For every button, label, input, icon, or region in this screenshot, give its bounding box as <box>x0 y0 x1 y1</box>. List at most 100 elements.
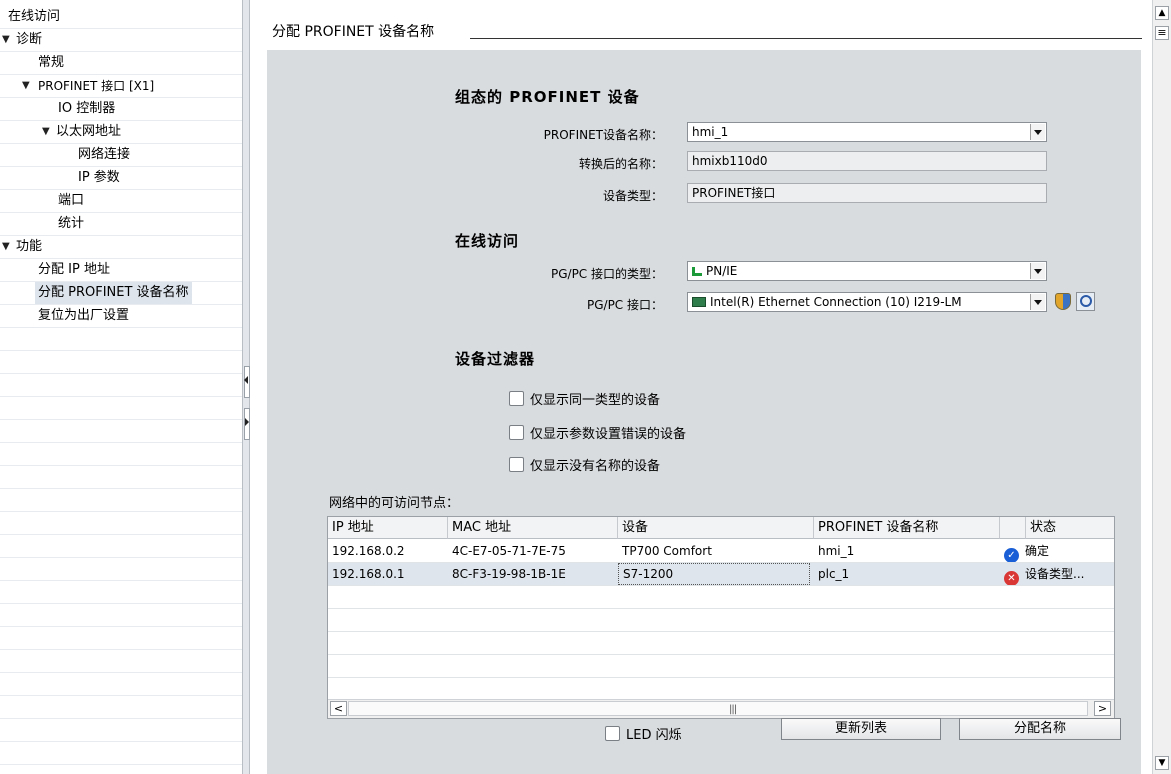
interface-label: PG/PC 接口： <box>586 298 663 312</box>
checkmark-icon: ✓ <box>1004 548 1019 562</box>
filter-same-type-label: 仅显示同一类型的设备 <box>530 393 661 408</box>
table-row[interactable]: 192.168.0.2 4C-E7-05-71-7E-75 TP700 Comf… <box>328 540 1114 563</box>
nav-item-assign-ip[interactable]: 分配 IP 地址 <box>0 259 242 282</box>
table-empty-row <box>328 678 1114 701</box>
checkbox-box[interactable] <box>509 391 524 406</box>
nav-item-label: 以太网地址 <box>56 124 122 139</box>
cell-ip: 192.168.0.1 <box>332 567 405 581</box>
error-icon: ✕ <box>1004 571 1019 585</box>
column-header-profinet-name[interactable]: PROFINET 设备名称 <box>814 517 1000 539</box>
scroll-grip-icon[interactable]: ≡ <box>1155 26 1169 40</box>
nav-item-ip-parameters[interactable]: IP 参数 <box>0 167 242 190</box>
interface-type-label: PG/PC 接口的类型： <box>550 267 663 281</box>
nav-item-ports[interactable]: 端口 <box>0 190 242 213</box>
nav-item-functions[interactable]: ▼ 功能 <box>0 236 242 259</box>
expand-right-icon[interactable] <box>245 418 249 426</box>
checkbox-box[interactable] <box>605 726 620 741</box>
checkbox-box[interactable] <box>509 457 524 472</box>
section-title: 分配 PROFINET 设备名称 <box>272 21 443 41</box>
device-type-label: 设备类型： <box>602 189 663 203</box>
cell-device: S7-1200 <box>618 563 810 585</box>
device-name-dropdown[interactable]: hmi_1 <box>687 122 1047 142</box>
nav-item-label: 常规 <box>38 55 65 70</box>
navigation-tree: 在线访问 ▼ 诊断 常规 ▼ PROFINET 接口 [X1] IO 控制器 ▼… <box>0 0 242 774</box>
accessible-nodes-title: 网络中的可访问节点： <box>329 496 460 511</box>
nav-item-ethernet-address[interactable]: ▼ 以太网地址 <box>0 121 242 144</box>
nav-item-network-connection[interactable]: 网络连接 <box>0 144 242 167</box>
led-flash-checkbox[interactable]: LED 闪烁 <box>605 724 682 743</box>
cell-device: TP700 Comfort <box>622 544 712 558</box>
nav-item-label: IO 控制器 <box>58 101 116 116</box>
expand-toggle-icon[interactable]: ▼ <box>2 236 10 258</box>
expand-toggle-icon[interactable]: ▼ <box>2 29 10 51</box>
filter-same-type-checkbox[interactable]: 仅显示同一类型的设备 <box>509 389 660 408</box>
nav-item-profinet-interface[interactable]: ▼ PROFINET 接口 [X1] <box>0 75 242 98</box>
nav-item-online-access[interactable]: 在线访问 <box>0 6 242 29</box>
shield-icon[interactable] <box>1055 293 1071 310</box>
nav-item-label: 分配 IP 地址 <box>38 262 110 277</box>
scroll-left-icon[interactable]: < <box>330 701 347 716</box>
nav-empty-row <box>0 719 242 742</box>
chevron-down-icon[interactable] <box>1030 124 1045 140</box>
table-row-selected[interactable]: 192.168.0.1 8C-F3-19-98-1B-1E S7-1200 pl… <box>328 563 1114 586</box>
nav-empty-row <box>0 374 242 397</box>
checkbox-box[interactable] <box>509 425 524 440</box>
nav-item-io-controller[interactable]: IO 控制器 <box>0 98 242 121</box>
nav-empty-row <box>0 742 242 765</box>
nav-item-general[interactable]: 常规 <box>0 52 242 75</box>
nav-item-factory-reset[interactable]: 复位为出厂设置 <box>0 305 242 328</box>
nav-item-label: 复位为出厂设置 <box>38 308 130 323</box>
column-header-device[interactable]: 设备 <box>618 517 814 539</box>
nav-item-label: 统计 <box>58 216 85 231</box>
nav-item-label: 在线访问 <box>8 9 61 24</box>
table-empty-row <box>328 586 1114 609</box>
filter-param-error-checkbox[interactable]: 仅显示参数设置错误的设备 <box>509 423 686 442</box>
filter-param-error-label: 仅显示参数设置错误的设备 <box>530 427 687 442</box>
cell-profinet-name: hmi_1 <box>818 544 855 558</box>
nav-empty-row <box>0 581 242 604</box>
nav-item-label: 端口 <box>58 193 85 208</box>
content-area: 分配 PROFINET 设备名称 组态的 PROFINET 设备 PROFINE… <box>250 0 1152 774</box>
filter-no-name-checkbox[interactable]: 仅显示没有名称的设备 <box>509 455 660 474</box>
assign-name-button[interactable]: 分配名称 <box>959 718 1121 740</box>
scroll-grip-icon: ||| <box>729 704 737 715</box>
column-header-ip[interactable]: IP 地址 <box>328 517 448 539</box>
device-name-label: PROFINET设备名称： <box>543 128 663 142</box>
magnifier-icon <box>1080 295 1092 307</box>
nav-item-diagnostics[interactable]: ▼ 诊断 <box>0 29 242 52</box>
scroll-down-icon[interactable]: ▼ <box>1155 756 1169 770</box>
table-empty-row <box>328 609 1114 632</box>
expand-toggle-icon[interactable]: ▼ <box>42 121 50 143</box>
column-header-status-icon[interactable] <box>1000 517 1026 539</box>
network-icon <box>692 267 702 276</box>
nav-empty-row <box>0 673 242 696</box>
nav-item-assign-profinet-name[interactable]: 分配 PROFINET 设备名称 <box>0 282 242 305</box>
chevron-down-icon[interactable] <box>1030 263 1045 279</box>
horizontal-scrollbar[interactable]: < ||| > <box>328 699 1114 718</box>
vertical-scrollbar[interactable]: ▲ ≡ ▼ <box>1152 0 1171 774</box>
pane-splitter[interactable] <box>242 0 250 774</box>
interface-type-dropdown[interactable]: PN/IE <box>687 261 1047 281</box>
device-filter-heading: 设备过滤器 <box>455 350 536 368</box>
collapse-left-icon[interactable] <box>244 376 248 384</box>
column-header-status[interactable]: 状态 <box>1026 517 1114 539</box>
chevron-down-icon[interactable] <box>1030 294 1045 310</box>
expand-toggle-icon[interactable]: ▼ <box>22 75 30 97</box>
nav-empty-row <box>0 627 242 650</box>
column-header-mac[interactable]: MAC 地址 <box>448 517 618 539</box>
update-list-button[interactable]: 更新列表 <box>781 718 941 740</box>
led-flash-label: LED 闪烁 <box>626 728 682 743</box>
nav-item-label: 功能 <box>16 239 43 254</box>
search-icon[interactable] <box>1076 292 1095 311</box>
device-name-value: hmi_1 <box>692 125 729 139</box>
cell-status: 设备类型... <box>1025 567 1085 581</box>
scroll-right-icon[interactable]: > <box>1094 701 1111 716</box>
converted-name-value: hmixb110d0 <box>692 154 768 168</box>
interface-dropdown[interactable]: Intel(R) Ethernet Connection (10) I219-L… <box>687 292 1047 312</box>
cell-mac: 4C-E7-05-71-7E-75 <box>452 544 566 558</box>
device-type-value: PROFINET接口 <box>692 186 776 200</box>
scroll-thumb[interactable]: ||| <box>348 701 1088 716</box>
nav-item-statistics[interactable]: 统计 <box>0 213 242 236</box>
scroll-up-icon[interactable]: ▲ <box>1155 6 1169 20</box>
nav-empty-row <box>0 604 242 627</box>
